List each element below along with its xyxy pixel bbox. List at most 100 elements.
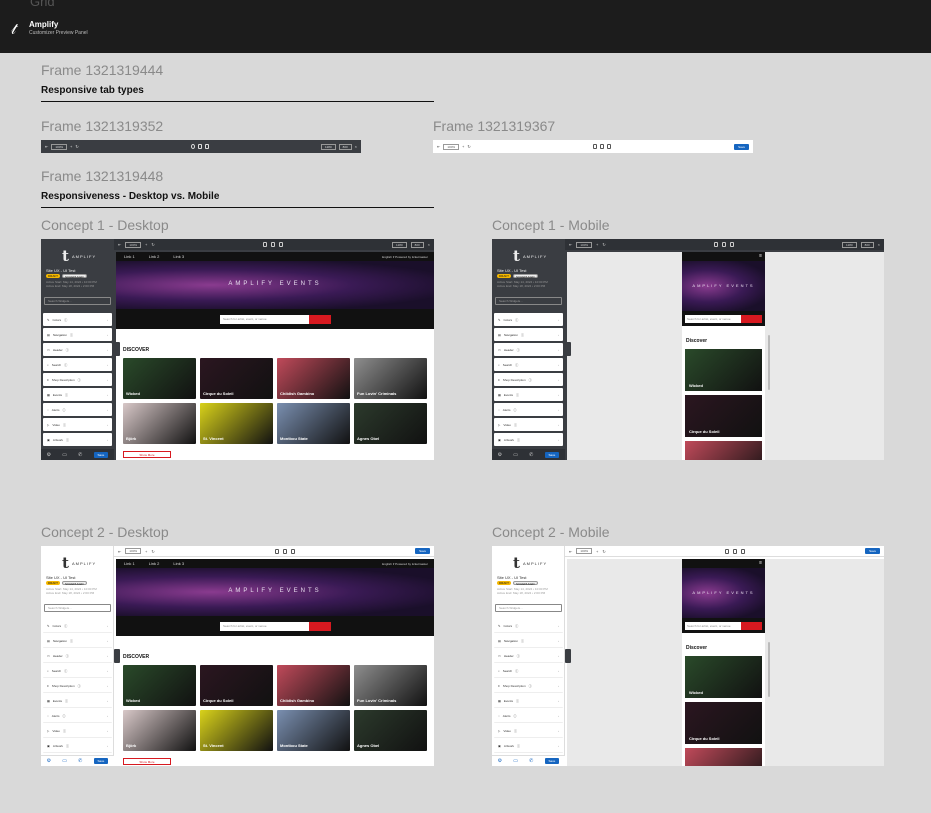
zoom-in-icon[interactable]: + xyxy=(596,549,598,554)
zoom-select[interactable]: 100% xyxy=(125,241,142,248)
sidebar-item-header[interactable]: ▭ Header ⓘ › xyxy=(494,343,563,356)
event-tile[interactable]: Wicked xyxy=(685,349,762,391)
height-field[interactable]: 800 xyxy=(410,241,424,248)
zoom-in-icon[interactable]: + xyxy=(145,242,147,247)
event-tile[interactable]: Montbou State xyxy=(277,710,350,751)
settings-icon[interactable]: ⚙ xyxy=(498,758,502,764)
dark-toolbar-tab[interactable]: ⇤ 100% + ↻ 1280 800 × xyxy=(41,140,361,153)
sidebar-item-events[interactable]: ▦ Events ⓘ › xyxy=(43,695,112,708)
back-icon[interactable]: ⇤ xyxy=(45,144,48,149)
tablet-device-icon[interactable] xyxy=(721,242,726,247)
save-button[interactable]: Save xyxy=(544,758,560,764)
sidebar-item-header[interactable]: ▭ Header ⓘ › xyxy=(494,650,563,663)
phone-icon[interactable]: ✆ xyxy=(78,452,82,458)
back-icon[interactable]: ⇤ xyxy=(437,144,440,149)
show-more-button[interactable]: Show More xyxy=(123,758,171,765)
sidebar-item-video[interactable]: ▷ Video ⓘ › xyxy=(494,725,563,738)
sidebar-item-video[interactable]: ▷ Video ⓘ › xyxy=(494,418,563,431)
event-tile[interactable]: Agnes Obel xyxy=(354,710,427,751)
sidebar-item-colors[interactable]: ✎ Colors ⓘ › xyxy=(43,620,112,633)
mobile-device-icon[interactable] xyxy=(290,548,295,554)
event-tile[interactable]: Childish Gambino xyxy=(277,665,350,706)
sidebar-item-search[interactable]: ⌕ Search ⓘ › xyxy=(494,665,563,678)
sidebar-item-alerts[interactable]: ◌ Alerts ⓘ › xyxy=(494,710,563,723)
nav-link[interactable]: Link 3 xyxy=(173,254,184,259)
save-button[interactable]: Save xyxy=(865,548,880,554)
mobile-device-icon[interactable] xyxy=(279,242,284,247)
zoom-select[interactable]: 100% xyxy=(576,548,593,554)
mobile-device-icon[interactable] xyxy=(607,144,612,149)
close-icon[interactable]: × xyxy=(355,144,357,149)
close-icon[interactable]: × xyxy=(878,242,880,247)
sidebar-item-navigation[interactable]: ▤ Navigation ⓘ › xyxy=(43,328,112,341)
desktop-device-icon[interactable] xyxy=(713,242,718,247)
collapse-sidebar-button[interactable] xyxy=(565,342,571,356)
sidebar-item-search[interactable]: ⌕ Search ⓘ › xyxy=(43,358,112,371)
save-button[interactable]: Save xyxy=(734,143,749,150)
sidebar-item-shop-description[interactable]: ≡ Shop Description ⓘ › xyxy=(43,680,112,693)
mobile-device-icon[interactable] xyxy=(204,144,209,149)
event-tile[interactable]: Cirque du Soleil xyxy=(200,358,273,399)
save-button[interactable]: Save xyxy=(93,451,109,458)
refresh-icon[interactable]: ↻ xyxy=(151,242,154,247)
collapse-sidebar-button[interactable] xyxy=(565,649,571,663)
search-button[interactable] xyxy=(741,315,762,323)
nav-link[interactable]: Link 1 xyxy=(124,254,135,259)
tablet-device-icon[interactable] xyxy=(197,144,202,149)
widget-search-input[interactable]: Search Widgets... xyxy=(44,297,111,305)
zoom-in-icon[interactable]: + xyxy=(596,242,598,247)
widget-search-input[interactable]: Search Widgets... xyxy=(44,604,111,612)
sidebar-item-search[interactable]: ⌕ Search ⓘ › xyxy=(43,665,112,678)
refresh-icon[interactable]: ↻ xyxy=(602,549,605,554)
refresh-icon[interactable]: ↻ xyxy=(467,144,470,149)
show-more-button[interactable]: Show More xyxy=(123,451,171,458)
save-button[interactable]: Save xyxy=(544,451,560,458)
event-tile[interactable]: Wicked xyxy=(123,358,196,399)
search-button[interactable] xyxy=(741,622,762,630)
phone-icon[interactable]: ✆ xyxy=(78,758,82,764)
desktop-device-icon[interactable] xyxy=(725,548,730,554)
event-tile[interactable]: Childish Gambino xyxy=(685,441,762,460)
sidebar-item-header[interactable]: ▭ Header ⓘ › xyxy=(43,650,112,663)
zoom-select[interactable]: 100% xyxy=(443,143,460,150)
tablet-device-icon[interactable] xyxy=(282,548,287,554)
phone-icon[interactable]: ✆ xyxy=(529,758,533,764)
settings-icon[interactable]: ⚙ xyxy=(47,758,51,764)
widget-search-input[interactable]: Search Widgets... xyxy=(495,604,562,612)
zoom-select[interactable]: 100% xyxy=(125,548,142,554)
tablet-device-icon[interactable] xyxy=(733,548,738,554)
event-search-input[interactable]: Search for artist, event, or venue xyxy=(685,622,741,630)
light-toolbar-tab[interactable]: ⇤ 100% + ↻ Save xyxy=(433,140,753,153)
sidebar-item-header[interactable]: ▭ Header ⓘ › xyxy=(43,343,112,356)
mobile-device-icon[interactable] xyxy=(729,242,734,247)
tablet-device-icon[interactable] xyxy=(600,144,605,149)
nav-link[interactable]: Link 3 xyxy=(173,561,184,566)
refresh-icon[interactable]: ↻ xyxy=(602,242,605,247)
save-button[interactable]: Save xyxy=(93,758,109,764)
nav-link[interactable]: Link 2 xyxy=(149,254,160,259)
height-field[interactable]: 800 xyxy=(338,143,352,150)
save-button[interactable]: Save xyxy=(415,548,430,554)
sidebar-item-alerts[interactable]: ◌ Alerts ⓘ › xyxy=(43,403,112,416)
event-tile[interactable]: Björk xyxy=(123,403,196,444)
menu-icon[interactable]: ≡ xyxy=(759,560,762,566)
sidebar-item-artwork[interactable]: ▣ Artwork ⓘ › xyxy=(43,740,112,753)
nav-link[interactable]: Link 2 xyxy=(149,561,160,566)
desktop-device-icon[interactable] xyxy=(593,144,598,149)
height-field[interactable]: 800 xyxy=(860,241,874,248)
desktop-device-icon[interactable] xyxy=(190,144,195,149)
sidebar-item-video[interactable]: ▷ Video ⓘ › xyxy=(43,725,112,738)
sidebar-item-search[interactable]: ⌕ Search ⓘ › xyxy=(494,358,563,371)
event-tile[interactable]: Cirque du Soleil xyxy=(685,702,762,744)
sidebar-item-artwork[interactable]: ▣ Artwork ⓘ › xyxy=(494,740,563,753)
close-icon[interactable]: × xyxy=(428,242,430,247)
zoom-in-icon[interactable]: + xyxy=(462,144,464,149)
monitor-icon[interactable]: ▭ xyxy=(62,758,67,764)
sidebar-item-shop-description[interactable]: ≡ Shop Description ⓘ › xyxy=(494,680,563,693)
event-tile[interactable]: St. Vincent xyxy=(200,710,273,751)
search-button[interactable] xyxy=(309,622,331,631)
sidebar-item-colors[interactable]: ✎ Colors ⓘ › xyxy=(494,313,563,326)
monitor-icon[interactable]: ▭ xyxy=(62,452,67,458)
event-tile[interactable]: Childish Gambino xyxy=(277,358,350,399)
zoom-in-icon[interactable]: + xyxy=(145,549,147,554)
